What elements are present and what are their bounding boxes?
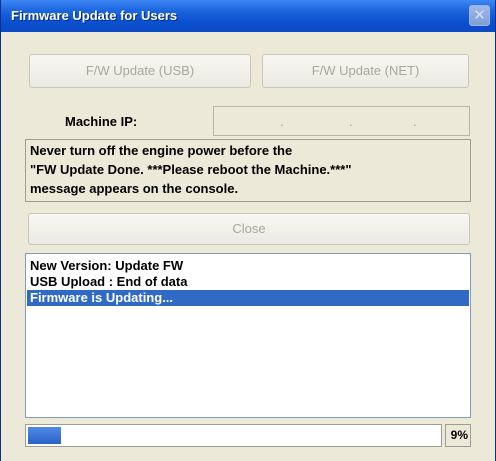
warning-line: message appears on the console. [30,181,239,196]
progress-bar [25,424,442,447]
progress-fill [28,427,61,444]
close-icon[interactable]: ✕ [469,5,490,26]
log-item-selected[interactable]: Firmware is Updating... [27,290,469,306]
window-title: Firmware Update for Users [11,8,178,23]
status-log-list[interactable]: New Version: Update FW USB Upload : End … [25,253,471,418]
warning-line: Never turn off the engine power before t… [30,143,293,158]
machine-ip-field[interactable]: . . . [213,106,470,136]
warning-message-box: Never turn off the engine power before t… [25,139,471,202]
title-bar[interactable]: Firmware Update for Users ✕ [1,0,495,32]
firmware-update-dialog: Firmware Update for Users ✕ F/W Update (… [0,0,496,461]
ip-separator: . [280,114,284,129]
fw-update-net-button[interactable]: F/W Update (NET) [262,54,469,88]
machine-ip-label: Machine IP: [65,114,138,129]
ip-separator: . [349,114,353,129]
log-item[interactable]: New Version: Update FW [27,258,469,274]
close-button[interactable]: Close [28,213,470,245]
fw-update-usb-button[interactable]: F/W Update (USB) [29,54,251,88]
warning-line: "FW Update Done. ***Please reboot the Ma… [30,162,352,177]
progress-percent: 9% [445,424,471,447]
window-bottom-edge [1,455,495,461]
ip-separator: . [413,114,417,129]
log-item[interactable]: USB Upload : End of data [27,274,469,290]
